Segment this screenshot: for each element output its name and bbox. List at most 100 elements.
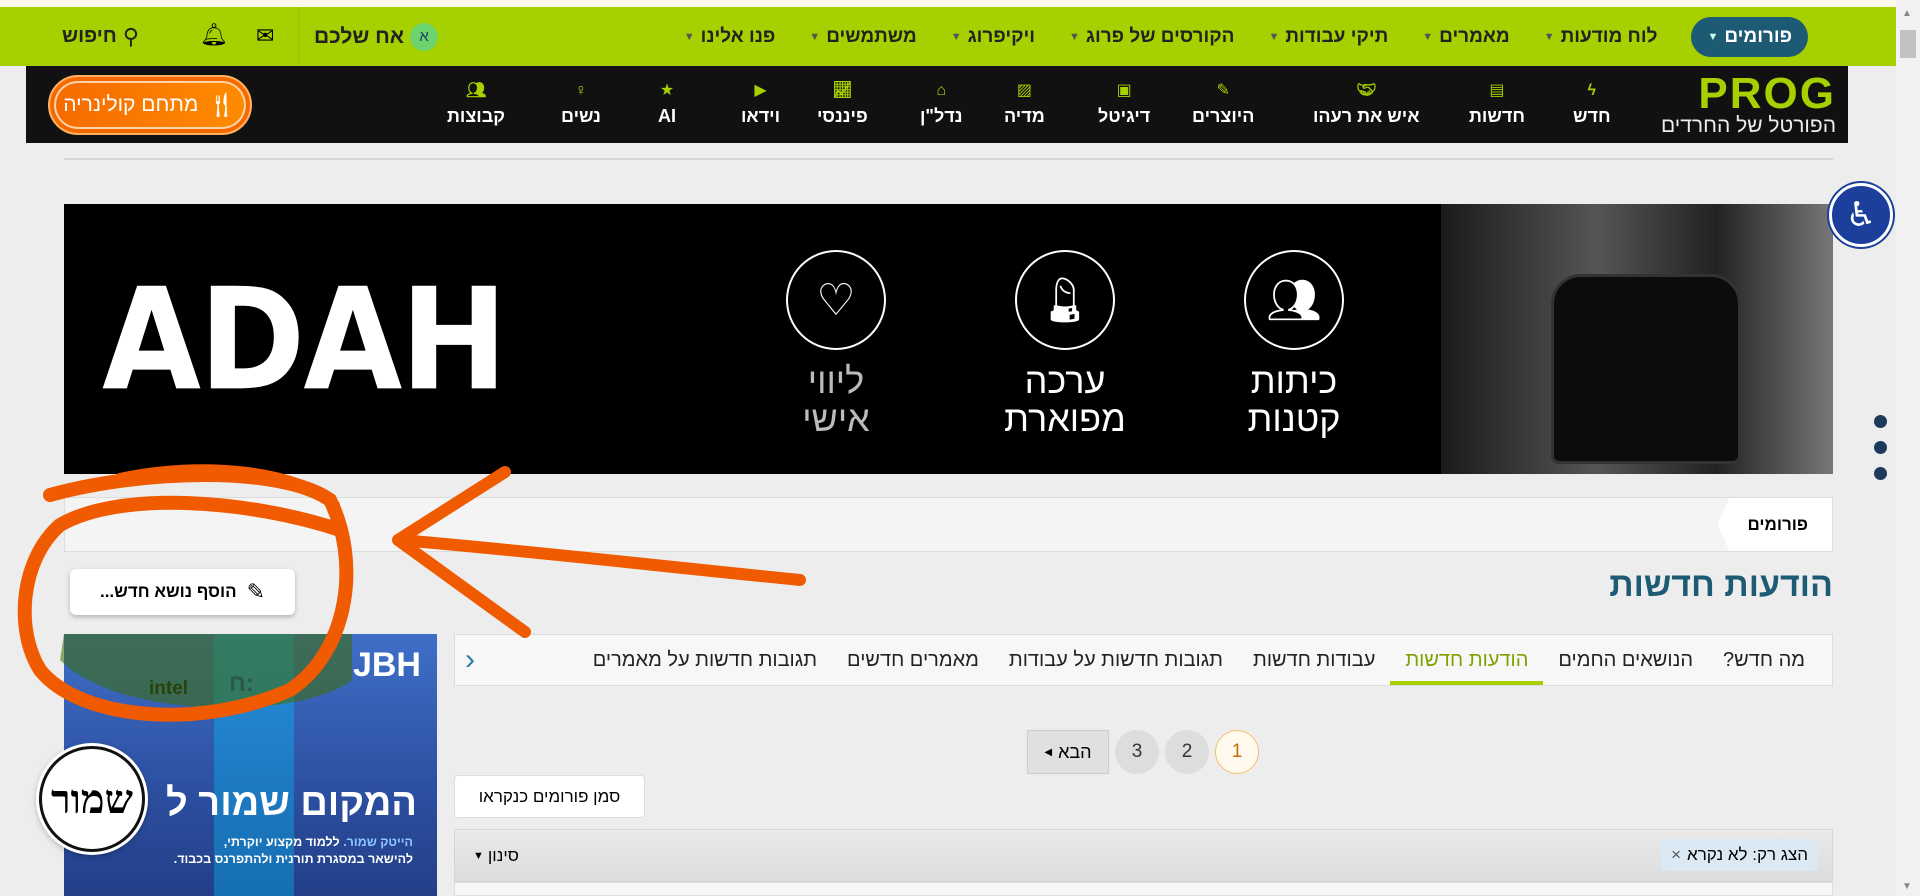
next-page-button[interactable]: הבא ◀ [1027, 730, 1109, 774]
envelope-icon[interactable]: ✉ [256, 23, 274, 49]
ad-brand: JBH [352, 646, 421, 684]
ad-highlight: הייטק שמור. [343, 835, 413, 849]
filter-chip[interactable]: הצג רק: לא נקרא × [1661, 839, 1818, 871]
cat-label: מדיה [1004, 106, 1045, 126]
cat-media[interactable]: ▨ מדיה [1004, 66, 1045, 143]
edit-icon: ✎ [246, 579, 266, 604]
cat-creators[interactable]: ✎ היוצרים [1192, 66, 1254, 143]
house-icon: ⌂ [936, 82, 947, 99]
nav-label: לוח מודעות [1560, 25, 1658, 47]
feature-text: אישי [802, 398, 870, 439]
caret-down-icon: ▼ [1422, 30, 1434, 43]
cat-women[interactable]: ♀ נשים [561, 66, 601, 143]
tab-new-article-comments[interactable]: תגובות חדשות על מאמרים [578, 635, 832, 685]
nav-articles[interactable]: מאמרים ▼ [1422, 26, 1509, 48]
cat-news[interactable]: ▤ חדשות [1469, 66, 1525, 143]
cat-finance[interactable]: 📈︎ פיננסי [817, 66, 868, 143]
feature-text: קטנות [1247, 398, 1341, 439]
avatar: א [410, 22, 439, 51]
nav-label: ויקיפרוג [967, 25, 1035, 47]
brush-icon: ✎ [1216, 82, 1230, 99]
nav-portfolios[interactable]: תיקי עבודות ▼ [1268, 26, 1388, 48]
nav-users[interactable]: משתמשים ▼ [809, 26, 916, 48]
ad-headline: המקום שמור ל [166, 782, 417, 824]
cat-realestate[interactable]: ⌂ נדל"ן [920, 66, 963, 143]
group-icon: 👥︎ [466, 82, 487, 99]
caret-down-icon: ▼ [809, 30, 821, 43]
search-label: חיפוש [62, 25, 117, 47]
cat-video[interactable]: ▶ וידאו [741, 66, 780, 143]
monitor-icon: ▣ [1116, 82, 1132, 99]
bell-icon[interactable]: 🔔︎ [200, 22, 228, 48]
banner-ad[interactable]: ADAH 👥︎ כיתות קטנות 💄︎ ערכה מפוארת ♡ ליווי איש… [64, 204, 1833, 474]
annotation-arrow-head [392, 466, 531, 638]
dot-icon[interactable] [1874, 415, 1887, 428]
dot-icon[interactable] [1874, 441, 1887, 454]
nav-forums[interactable]: פורומים ▼ [1691, 16, 1808, 57]
nav-wiki[interactable]: ויקיפרוג ▼ [951, 26, 1035, 48]
tab-whats-new[interactable]: מה חדש? [1708, 635, 1820, 685]
feature-text: ליווי [807, 360, 865, 401]
caret-down-icon: ▼ [473, 849, 484, 862]
page-3[interactable]: 3 [1115, 730, 1159, 774]
badge-text: שמור [51, 775, 133, 823]
tab-new-work-comments[interactable]: תגובות חדשות על עבודות [994, 635, 1238, 685]
accessibility-icon[interactable]: ♿︎ [1829, 183, 1893, 247]
chevron-left-icon[interactable]: ‹ [455, 635, 485, 685]
woman-icon: ♀ [574, 82, 587, 99]
cat-groups[interactable]: 👥︎ קבוצות [447, 66, 505, 143]
tab-new-articles[interactable]: מאמרים חדשים [832, 635, 994, 685]
scroll-up-icon[interactable]: ▲ [1902, 8, 1912, 19]
feature-small-classes: 👥︎ כיתות קטנות [1194, 250, 1394, 438]
cat-networking[interactable]: 🤝︎ איש את רעהו [1313, 66, 1420, 143]
cat-digital[interactable]: ▣ דיגיטל [1098, 66, 1150, 143]
breadcrumb: פורומים [64, 497, 1833, 552]
add-topic-button[interactable]: ✎ הוסף נושא חדש... [70, 569, 295, 615]
topic-list [454, 882, 1833, 896]
cat-label: וידאו [741, 106, 781, 126]
culinary-button[interactable]: 🍴︎ מתחם קולינריה [48, 75, 252, 135]
breadcrumb-forums[interactable]: פורומים [1717, 498, 1832, 551]
user-menu[interactable]: א אח שלכם [314, 7, 439, 66]
page-2[interactable]: 2 [1165, 730, 1209, 774]
filter-button[interactable]: סינון ▼ [473, 830, 519, 881]
page-1[interactable]: 1 [1215, 730, 1259, 774]
chair-image [1551, 274, 1741, 464]
scrollbar[interactable]: ▲ ▼ [1896, 0, 1920, 896]
caret-down-icon: ▼ [950, 30, 962, 43]
banner-brand: ADAH [102, 258, 507, 423]
prog-logo[interactable]: PROG הפורטל של החרדים [1661, 72, 1836, 138]
filter-bar: הצג רק: לא נקרא × סינון ▼ [454, 829, 1833, 882]
cat-label: חדשות [1469, 106, 1525, 126]
search-button[interactable]: ⚲ חיפוש [62, 7, 139, 66]
mark-forums-read-button[interactable]: סמן פורומים כנקראו [454, 775, 645, 818]
cat-label: חדש [1573, 106, 1611, 126]
people-icon: 👥︎ [1244, 250, 1344, 350]
nav-courses[interactable]: הקורסים של פרוג ▼ [1069, 26, 1234, 48]
tab-new-posts[interactable]: הודעות חדשות [1390, 635, 1544, 685]
nav-classifieds[interactable]: לוח מודעות ▼ [1544, 26, 1658, 48]
cat-label: פיננסי [817, 106, 868, 126]
dot-icon[interactable] [1874, 467, 1887, 480]
next-label: הבא [1058, 741, 1092, 762]
feature-text: מפוארת [1004, 398, 1126, 439]
feature-text: כיתות [1250, 360, 1338, 401]
chair-photo [1441, 204, 1833, 474]
intel-logo: intel [149, 678, 189, 699]
scroll-down-icon[interactable]: ▼ [1902, 881, 1912, 892]
cat-label: AI [658, 106, 676, 126]
cat-ai[interactable]: ★ AI [657, 66, 677, 143]
close-icon[interactable]: × [1671, 845, 1681, 865]
top-navigation: פורומים ▼ לוח מודעות ▼ מאמרים ▼ תיקי עבודות… [0, 7, 1896, 66]
caret-down-icon: ▼ [1069, 30, 1080, 43]
cat-new[interactable]: ϟ חדש [1573, 66, 1611, 143]
tab-hot-topics[interactable]: הנושאים החמים [1543, 635, 1708, 685]
scrollbar-thumb[interactable] [1900, 30, 1916, 58]
ad-subtext: הייטק שמור. ללמוד מקצוע יוקרתי, להישאר במ… [174, 834, 413, 868]
nav-contact[interactable]: פנו אלינו ▼ [684, 26, 776, 48]
media-icon: ▨ [1016, 82, 1032, 99]
tab-new-works[interactable]: עבודות חדשות [1238, 635, 1390, 685]
stars-icon: ★ [659, 82, 675, 99]
nav-label: תיקי עבודות [1285, 25, 1389, 47]
cat-label: נשים [561, 106, 601, 126]
